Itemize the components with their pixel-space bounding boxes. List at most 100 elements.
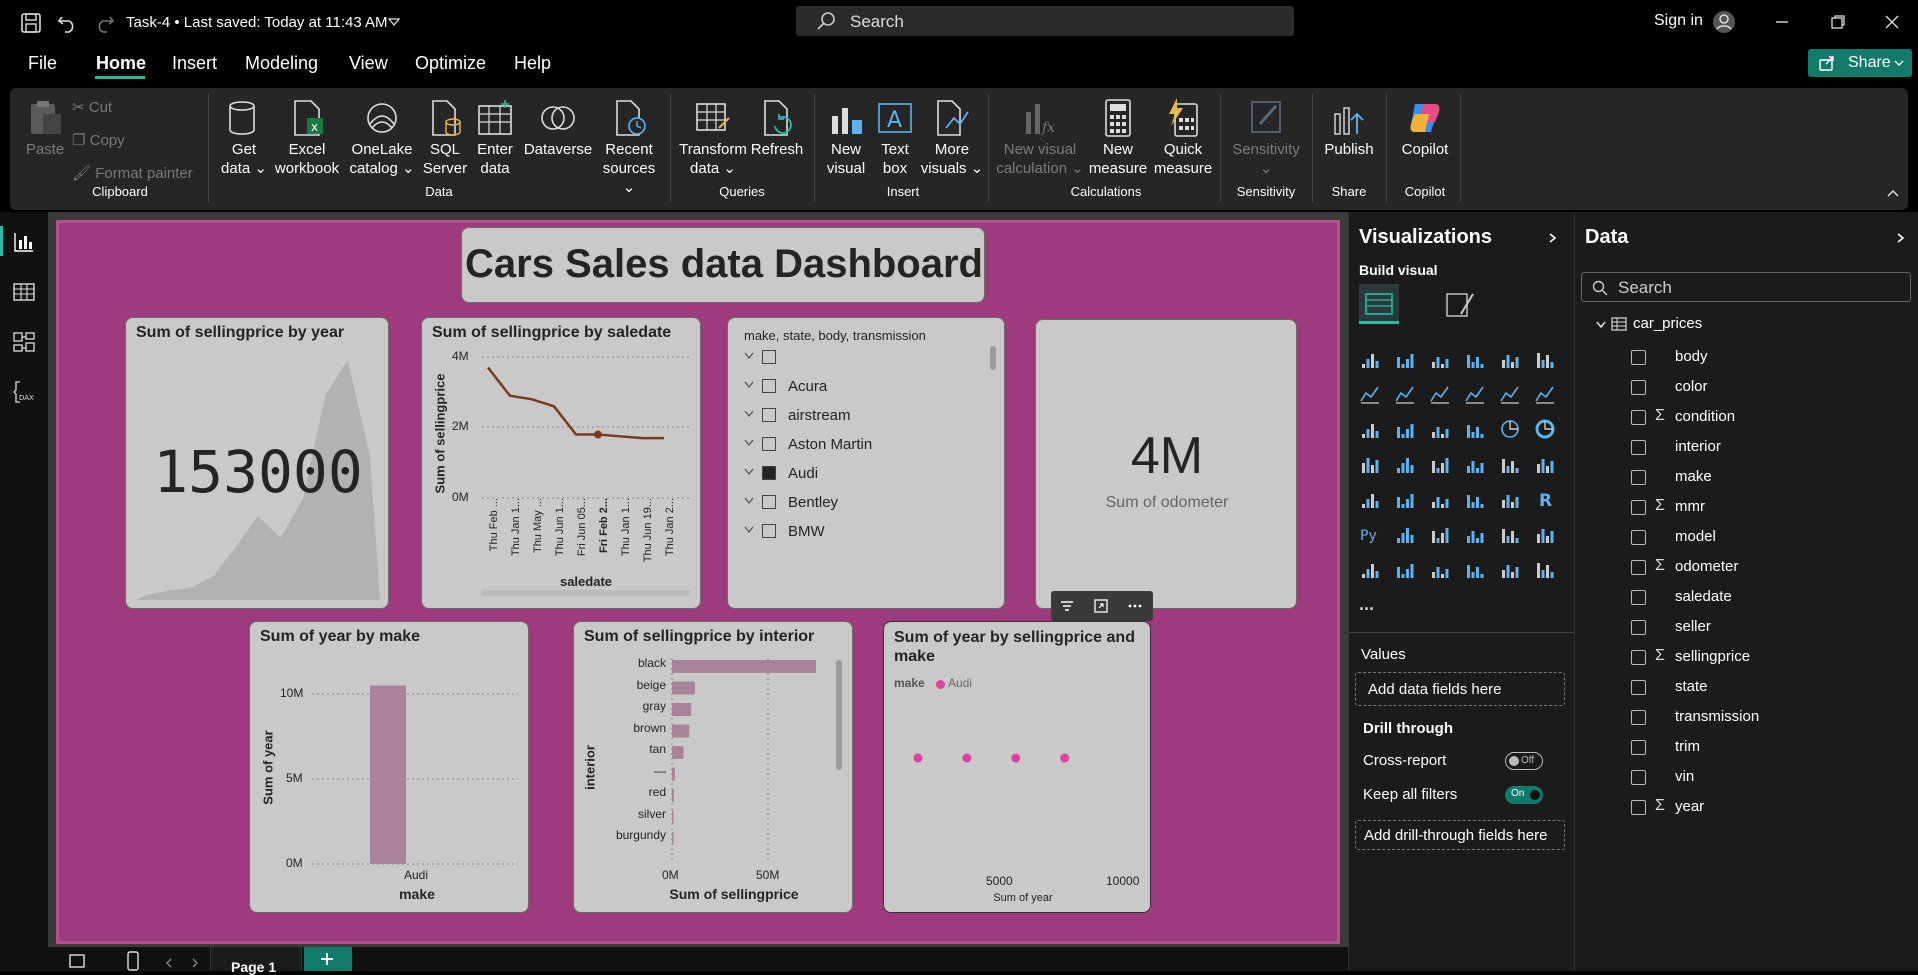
field-checkbox[interactable] bbox=[1631, 500, 1646, 515]
undo-icon[interactable] bbox=[56, 12, 78, 34]
text-box-button[interactable]: A Text box bbox=[872, 98, 918, 178]
focus-mode-icon[interactable] bbox=[1093, 598, 1109, 614]
funnel-icon[interactable] bbox=[1429, 418, 1451, 440]
stacked-bar-icon[interactable] bbox=[1359, 348, 1381, 370]
refresh-button[interactable]: Refresh bbox=[748, 98, 806, 159]
avatar-icon[interactable] bbox=[1712, 10, 1736, 34]
slicer-item[interactable]: Bentley bbox=[742, 491, 982, 515]
gauge-icon[interactable] bbox=[1499, 453, 1521, 475]
line-chart-icon[interactable] bbox=[1359, 383, 1381, 405]
field-checkbox[interactable] bbox=[1631, 800, 1646, 815]
report-view-icon[interactable] bbox=[12, 230, 36, 254]
enter-data-button[interactable]: Enter data bbox=[472, 98, 518, 178]
restore-icon[interactable] bbox=[1830, 14, 1846, 30]
field-name[interactable]: sellingprice bbox=[1675, 648, 1750, 665]
chevron-down-icon[interactable] bbox=[1595, 320, 1607, 330]
card-year-by-sellingprice-make[interactable]: Sum of year by sellingprice and make mak… bbox=[883, 621, 1151, 913]
treemap-icon[interactable] bbox=[1359, 453, 1381, 475]
redo-icon[interactable] bbox=[94, 12, 116, 34]
save-icon[interactable] bbox=[20, 12, 42, 34]
paginated-report-icon[interactable] bbox=[1359, 558, 1381, 580]
slicer-item[interactable]: airstream bbox=[742, 404, 982, 428]
pie-icon[interactable] bbox=[1499, 418, 1521, 440]
sql-server-button[interactable]: SQL Server bbox=[420, 98, 470, 178]
minimize-icon[interactable] bbox=[1774, 16, 1790, 28]
card-year-by-make[interactable]: Sum of year by make Sum of year 10M 5M 0… bbox=[249, 621, 529, 913]
desktop-layout-icon[interactable] bbox=[68, 953, 86, 971]
publish-button[interactable]: Publish bbox=[1320, 98, 1378, 159]
menu-optimize[interactable]: Optimize bbox=[415, 53, 486, 74]
values-drop-zone[interactable]: Add data fields here bbox=[1355, 672, 1565, 706]
field-name[interactable]: odometer bbox=[1675, 558, 1738, 575]
card-sellingprice-by-saledate[interactable]: Sum of sellingprice by saledate Sum of s… bbox=[421, 317, 701, 609]
page-tab-page-1[interactable]: Page 1 bbox=[210, 947, 302, 975]
document-title[interactable]: Task-4 • Last saved: Today at 11:43 AM bbox=[126, 14, 388, 31]
qa-icon[interactable] bbox=[1464, 523, 1486, 545]
100-bar-icon[interactable] bbox=[1499, 348, 1521, 370]
model-view-icon[interactable] bbox=[12, 330, 36, 354]
python-visual-icon[interactable]: Py bbox=[1359, 523, 1381, 545]
diamond-icon[interactable] bbox=[1499, 558, 1521, 580]
close-icon[interactable] bbox=[1884, 14, 1900, 30]
donut-icon[interactable] bbox=[1534, 418, 1556, 440]
field-name[interactable]: interior bbox=[1675, 438, 1721, 455]
field-name[interactable]: saledate bbox=[1675, 588, 1732, 605]
menu-home[interactable]: Home bbox=[96, 53, 146, 74]
collapse-ribbon-icon[interactable] bbox=[1886, 188, 1900, 198]
field-checkbox[interactable] bbox=[1631, 740, 1646, 755]
kpi-icon[interactable] bbox=[1394, 488, 1416, 510]
field-checkbox[interactable] bbox=[1631, 380, 1646, 395]
azure-map-icon[interactable] bbox=[1464, 453, 1486, 475]
slicer-checkbox[interactable] bbox=[762, 379, 776, 393]
report-page[interactable]: Cars Sales data Dashboard Sum of selling… bbox=[56, 220, 1340, 944]
get-data-button[interactable]: Get data ⌄ bbox=[216, 98, 272, 178]
stacked-column-icon[interactable] bbox=[1394, 348, 1416, 370]
keep-filters-toggle[interactable]: On bbox=[1505, 786, 1543, 804]
clustered-bar-icon[interactable] bbox=[1429, 348, 1451, 370]
field-name[interactable]: model bbox=[1675, 528, 1716, 545]
field-name[interactable]: mmr bbox=[1675, 498, 1705, 515]
format-painter-button[interactable]: 🖌 Format painter bbox=[72, 164, 193, 182]
sign-in-link[interactable]: Sign in bbox=[1654, 12, 1703, 30]
field-checkbox[interactable] bbox=[1631, 770, 1646, 785]
r-visual-icon[interactable]: R bbox=[1534, 488, 1556, 510]
mobile-layout-icon[interactable] bbox=[126, 951, 140, 971]
menu-insert[interactable]: Insert bbox=[172, 53, 217, 74]
field-name[interactable]: state bbox=[1675, 678, 1708, 695]
paste-button[interactable]: Paste bbox=[20, 98, 70, 159]
chevron-right-icon[interactable] bbox=[1895, 232, 1907, 244]
slicer-item[interactable]: Acura bbox=[742, 375, 982, 399]
scatter-icon[interactable] bbox=[1464, 418, 1486, 440]
slicer-checkbox[interactable] bbox=[762, 466, 776, 480]
slicer-checkbox[interactable] bbox=[762, 524, 776, 538]
more-options-icon[interactable] bbox=[1127, 598, 1143, 614]
recent-sources-button[interactable]: Recent sources ⌄ bbox=[596, 98, 662, 197]
filled-map-icon[interactable] bbox=[1429, 453, 1451, 475]
drill-through-drop-zone[interactable]: Add drill-through fields here bbox=[1355, 820, 1565, 850]
slicer-item[interactable] bbox=[742, 346, 982, 370]
new-visual-button[interactable]: New visual bbox=[822, 98, 870, 178]
slicer-scrollbar[interactable] bbox=[990, 346, 996, 370]
transform-data-button[interactable]: Transform data ⌄ bbox=[678, 98, 748, 178]
chevron-right-icon[interactable] bbox=[1547, 232, 1559, 244]
card-icon[interactable] bbox=[1534, 453, 1556, 475]
filter-icon[interactable] bbox=[1059, 598, 1075, 614]
map-icon[interactable] bbox=[1394, 453, 1416, 475]
onelake-catalog-button[interactable]: OneLake catalog ⌄ bbox=[346, 98, 418, 178]
field-checkbox[interactable] bbox=[1631, 350, 1646, 365]
build-visual-tab[interactable] bbox=[1359, 284, 1399, 324]
card-sum-of-odometer[interactable]: 4M Sum of odometer bbox=[1035, 319, 1297, 609]
field-checkbox[interactable] bbox=[1631, 710, 1646, 725]
field-name[interactable]: color bbox=[1675, 378, 1708, 395]
field-checkbox[interactable] bbox=[1631, 590, 1646, 605]
waterfall-icon[interactable] bbox=[1359, 418, 1381, 440]
field-name[interactable]: body bbox=[1675, 348, 1708, 365]
menu-help[interactable]: Help bbox=[514, 53, 551, 74]
field-checkbox[interactable] bbox=[1631, 560, 1646, 575]
more-visuals-button[interactable]: More visuals ⌄ bbox=[920, 98, 984, 178]
cut-button[interactable]: ✂ Cut bbox=[72, 98, 112, 116]
menu-modeling[interactable]: Modeling bbox=[245, 53, 318, 74]
dashboard-title-box[interactable]: Cars Sales data Dashboard bbox=[461, 227, 985, 303]
dax-query-icon[interactable]: DAX bbox=[12, 380, 36, 404]
chevron-right-icon[interactable] bbox=[190, 957, 200, 969]
